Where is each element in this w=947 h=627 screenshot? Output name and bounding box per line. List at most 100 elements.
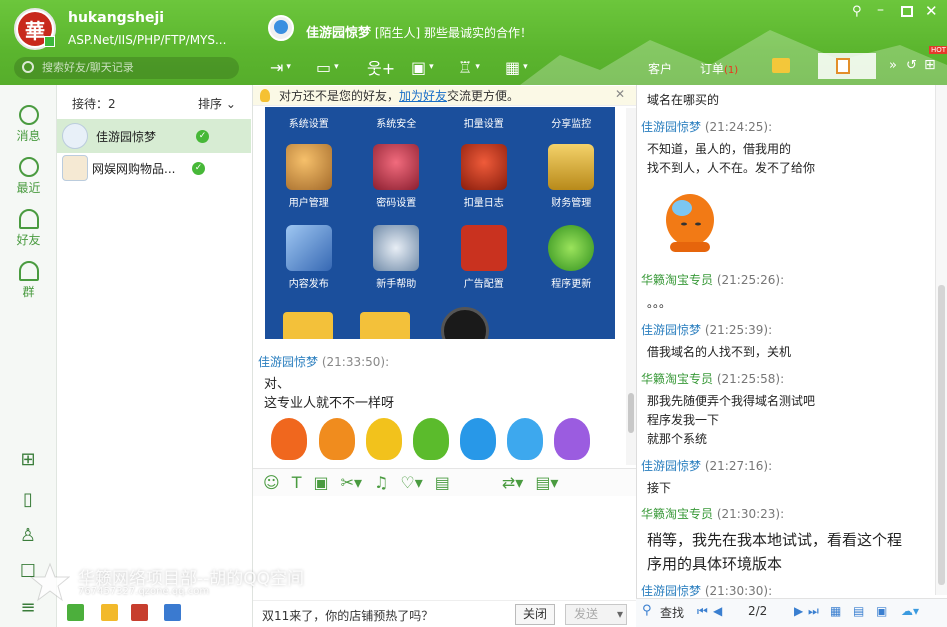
message-line: 这专业人就不不一样呀 (264, 396, 395, 411)
folder-icon[interactable] (772, 58, 790, 73)
screenshot-label: 程序更新 (551, 279, 592, 290)
transfer-file-button[interactable]: ⇥ ▾ (270, 55, 291, 79)
search-input[interactable]: 搜索好友/聊天记录 (14, 57, 239, 79)
remote-assist-button[interactable]: ♖ ▾ (458, 55, 480, 79)
watermark-star-icon (30, 562, 70, 602)
shake-icon[interactable]: ♫ (374, 473, 388, 492)
chat-scrollbar[interactable] (626, 108, 636, 465)
list-view-icon[interactable]: ▦ (830, 604, 841, 618)
share-screen-button[interactable]: ▣ ▾ (411, 55, 434, 79)
user-settings-icon[interactable]: ♙ (18, 526, 38, 546)
nav-groups[interactable]: 群 (0, 261, 57, 300)
nav-label: 好友 (16, 233, 41, 247)
shop-icon[interactable] (67, 604, 84, 621)
sender-name: 华籁淘宝专员 (641, 507, 714, 521)
next-page-icon[interactable]: ▶ (794, 604, 803, 618)
apps-grid-icon[interactable]: ⊞ (18, 450, 38, 470)
history-scrollbar[interactable] (935, 85, 947, 595)
screenshot-icon[interactable]: ✂▾ (341, 473, 362, 492)
add-friend-link[interactable]: 加为好友 (399, 89, 447, 103)
history-message: 。。。 (647, 296, 672, 310)
chevron-down-icon: ⌄ (225, 97, 236, 111)
message-time: (21:33:50): (321, 355, 390, 369)
screen-share-icon: ▣ (411, 57, 427, 77)
watermark-url: 767457327.qzone.qq.com (78, 586, 210, 597)
calculator-icon[interactable]: ▤ (435, 473, 450, 492)
prev-page-icon[interactable]: ◀ (713, 604, 722, 618)
close-tip-icon[interactable]: ✕ (615, 87, 625, 101)
close-button[interactable]: ✕ (925, 2, 938, 20)
nav-messages[interactable]: 消息 (0, 105, 57, 144)
history-message: 域名在哪买的 (647, 93, 720, 107)
maximize-button[interactable] (901, 6, 913, 17)
user-signature[interactable]: ASP.Net/IIS/PHP/FTP/MYS... (68, 33, 226, 47)
orders-count-badge: (1) (724, 65, 739, 76)
phone-icon[interactable]: ▯ (18, 490, 38, 510)
emoji-icon[interactable]: ☺ (263, 473, 280, 492)
tab-customer[interactable]: 客户 (648, 60, 672, 77)
screenshot-label: 广告配置 (463, 279, 504, 290)
first-page-icon[interactable]: ⏮ (697, 604, 708, 619)
screenshot-label: 系统设置 (288, 119, 329, 130)
close-chat-button[interactable]: 关闭 (515, 604, 555, 625)
message-time: (21:30:23): (716, 507, 785, 521)
search-icon: ⚲ (642, 603, 652, 618)
folder-icon[interactable] (101, 604, 118, 621)
file-transfer-icon: ⇥ (270, 57, 284, 77)
remote-icon: ♖ (458, 57, 473, 77)
find-button[interactable]: 查找 (660, 604, 684, 621)
heart-icon[interactable]: ♡▾ (400, 473, 422, 492)
video-icon: ▭ (316, 57, 332, 77)
last-page-icon[interactable]: ⏭ (808, 604, 819, 619)
sender-name[interactable]: 佳游园惊梦 (258, 355, 318, 369)
app-icon[interactable] (164, 604, 181, 621)
screenshot-label: 扣量日志 (463, 198, 504, 209)
sort-label: 排序 (198, 97, 223, 111)
nav-friends[interactable]: 好友 (0, 209, 57, 248)
quick-reply-icon[interactable]: ⇄▾ (502, 473, 523, 492)
promo-link[interactable]: 双11来了，你的店铺预热了吗？ (262, 607, 433, 624)
stranger-tag: [陌生人] (374, 26, 421, 40)
app-menu-button[interactable]: ▦ ▾ (505, 55, 528, 79)
shared-screenshot[interactable]: 系统设置 系统安全 扣量设置 分享监控 用户管理 密码设置 扣量日志 财务管理 … (265, 107, 615, 339)
add-friend-button[interactable]: 웃+ (367, 55, 395, 79)
chevron-down-icon[interactable]: ▾ (617, 605, 623, 624)
search-icon (22, 61, 34, 73)
add-user-icon: 웃+ (367, 59, 396, 78)
online-status-icon[interactable] (44, 36, 55, 47)
message-input[interactable] (253, 496, 636, 601)
chat-contact-name[interactable]: 佳游园惊梦 (306, 26, 371, 41)
expand-icon[interactable]: » (889, 58, 897, 73)
sender-name: 佳游园惊梦 (641, 459, 702, 473)
video-call-button[interactable]: ▭ ▾ (316, 55, 339, 79)
history-header: 华籁淘宝专员 (21:25:58): (641, 370, 784, 387)
store-icon[interactable] (131, 604, 148, 621)
cloud-icon[interactable]: ☁▾ (901, 604, 919, 618)
contact-item[interactable]: 佳游园惊梦 ✓ (57, 119, 251, 153)
export-icon[interactable]: ▣ (876, 604, 887, 618)
history-message: 借我域名的人找不到，关机 (647, 345, 792, 359)
send-button[interactable]: 发送 ▾ (565, 604, 627, 625)
font-icon[interactable]: T (292, 473, 302, 492)
image-icon[interactable]: ▣ (313, 473, 328, 492)
pin-icon[interactable]: ⚲ (852, 4, 862, 19)
calendar-icon[interactable]: ▤ (853, 604, 864, 618)
refresh-icon[interactable]: ↺ (906, 58, 917, 73)
tab-orders[interactable]: 订单(1) (700, 60, 738, 77)
chat-contact-avatar[interactable] (268, 15, 294, 41)
minimize-button[interactable]: – (877, 2, 884, 18)
scroll-thumb[interactable] (938, 285, 945, 585)
history-message: 接下 (647, 481, 672, 495)
contact-item[interactable]: 网娱网购物品... ✓ (57, 151, 251, 185)
sort-dropdown[interactable]: 排序 ⌄ (198, 95, 236, 112)
note-icon (836, 58, 850, 74)
media-icon (441, 307, 489, 339)
message-time: (21:27:16): (704, 459, 773, 473)
history-message: 程序发我一下 (647, 413, 720, 427)
scroll-thumb[interactable] (628, 393, 634, 433)
nav-label: 群 (22, 285, 35, 299)
group-icon (18, 261, 39, 281)
nav-recent[interactable]: 最近 (0, 157, 57, 196)
history-icon[interactable]: ▤▾ (535, 473, 558, 492)
more-icon[interactable]: ⊞ (924, 57, 936, 73)
